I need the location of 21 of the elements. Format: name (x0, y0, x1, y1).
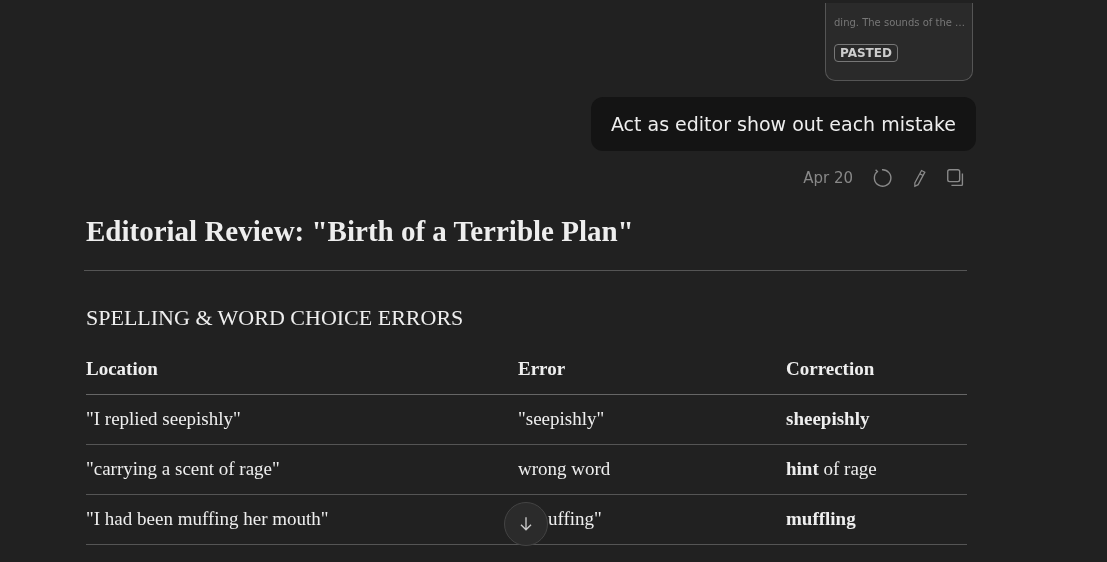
table-cell: "I had been muffing her mouth" (86, 508, 329, 529)
message-date: Apr 20 (803, 169, 853, 187)
table-cell: muffling (786, 508, 856, 529)
pasted-snippet: ding. The sounds of the … (834, 16, 966, 30)
pasted-badge: PASTED (834, 44, 898, 62)
table-cell: "I replied seepishly" (86, 408, 241, 429)
scroll-down-button[interactable] (504, 502, 548, 546)
user-message: Act as editor show out each mistake (590, 97, 976, 151)
table-cell: "seepishly" (518, 408, 605, 429)
pasted-card[interactable]: ding. The sounds of the … PASTED (825, 3, 973, 81)
review-title: Editorial Review: "Birth of a Terrible Plan" (84, 207, 967, 271)
section-heading: SPELLING & WORD CHOICE ERRORS (86, 305, 465, 331)
retry-icon[interactable] (871, 167, 893, 189)
column-header: Correction (786, 345, 967, 395)
table-cell: wrong word (518, 458, 611, 479)
table-cell: uffing" (548, 508, 602, 530)
table-cell: "carrying a scent of rage" (86, 458, 280, 479)
table-cell: sheepishly (786, 408, 870, 429)
table-cell: hint of rage (786, 458, 877, 479)
column-header: Location (86, 345, 518, 395)
column-header: Error (518, 345, 786, 395)
